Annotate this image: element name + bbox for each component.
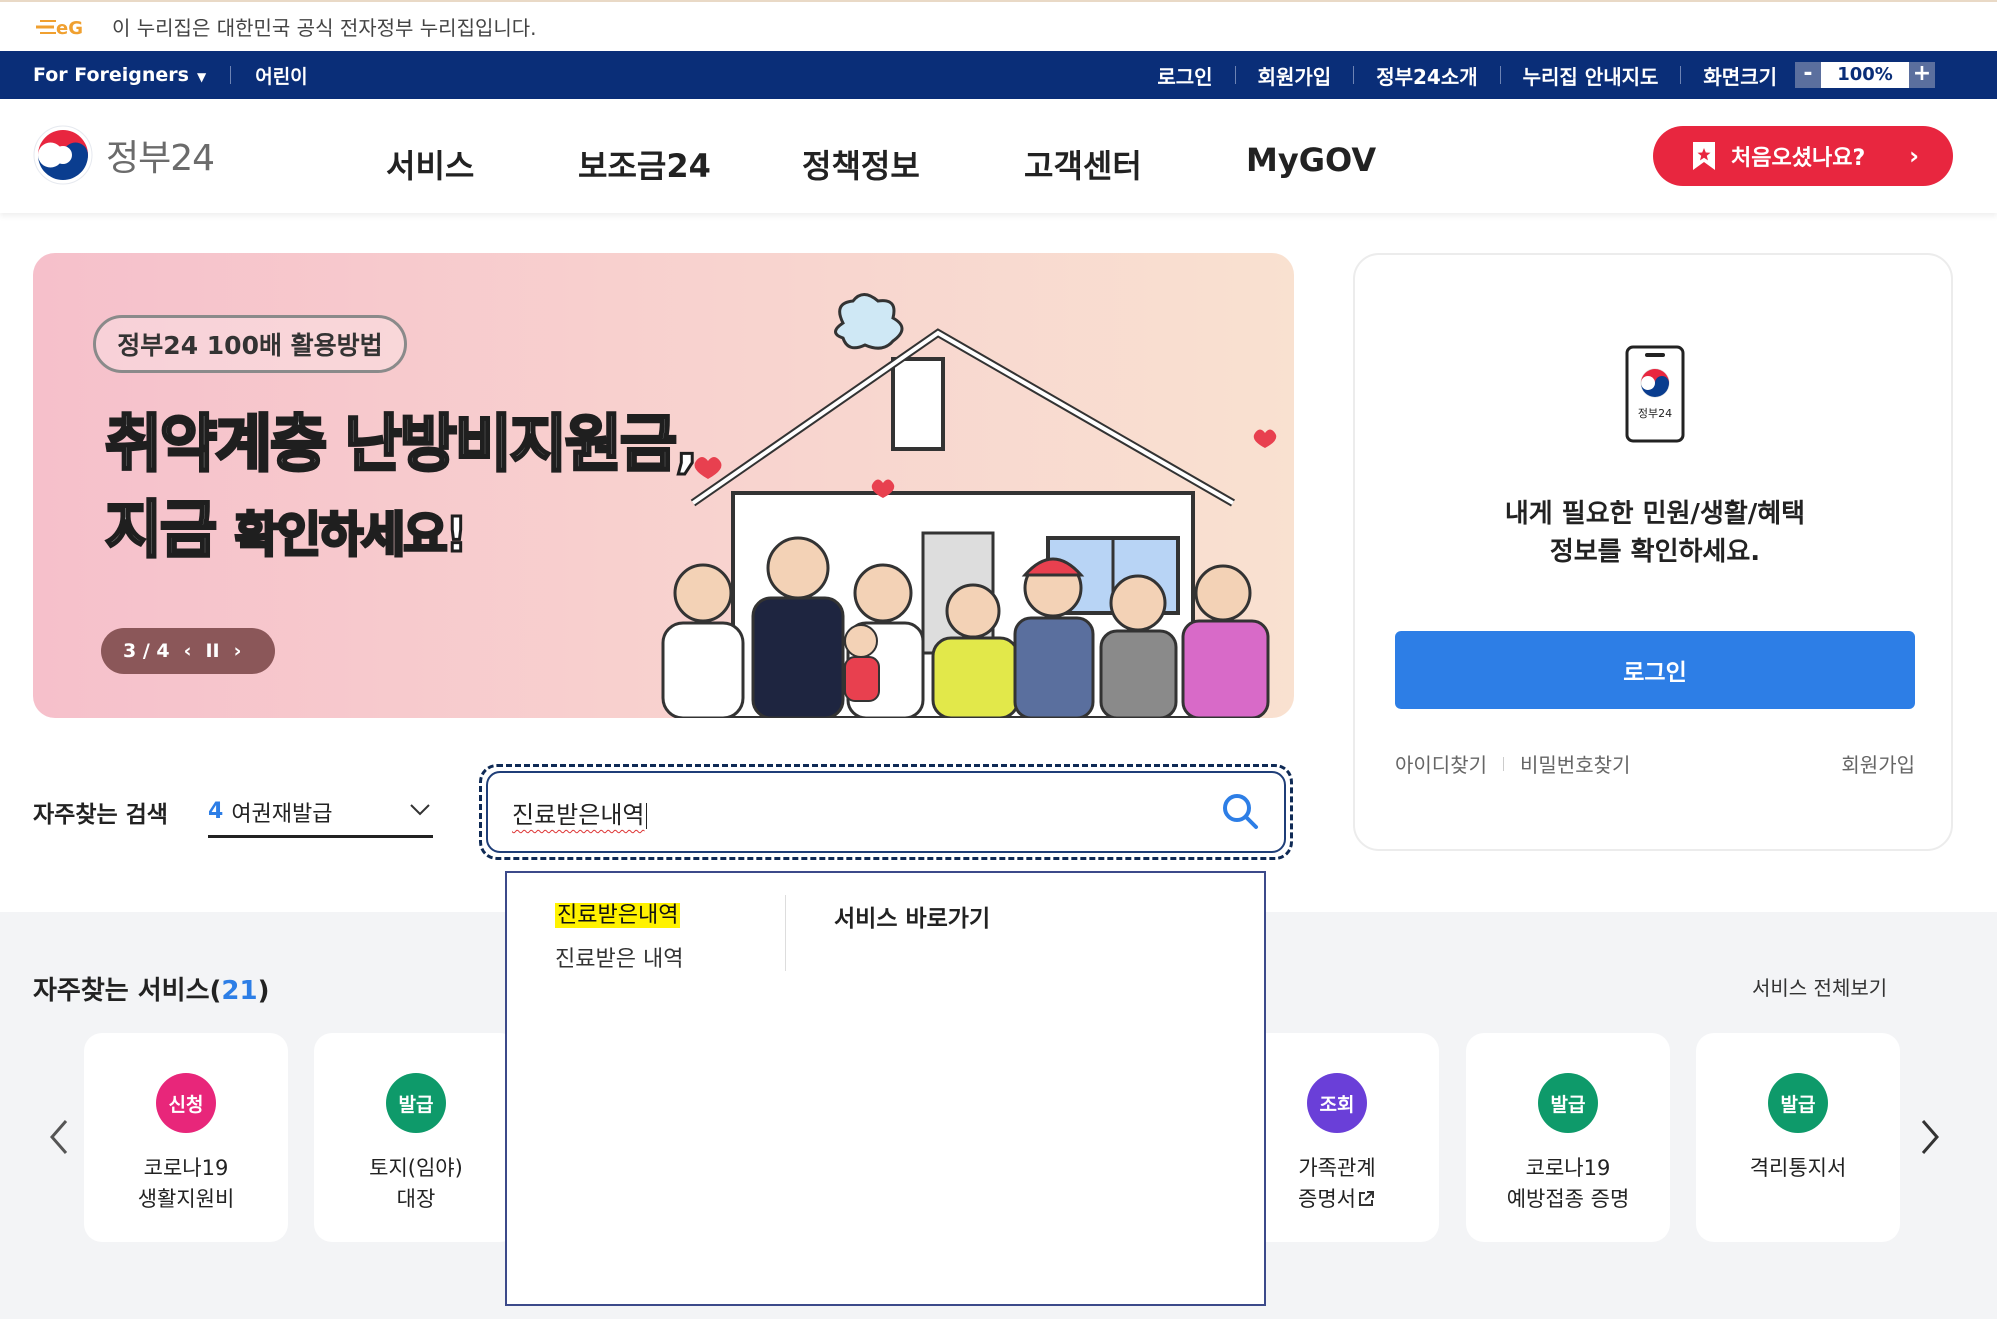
site-name: 정부24 — [106, 138, 215, 179]
nav-customer-center[interactable]: 고객센터 — [1024, 141, 1142, 187]
slide-next-icon[interactable]: › — [234, 640, 242, 662]
find-password-link[interactable]: 비밀번호찾기 — [1520, 749, 1630, 778]
screen-size-label: 화면크기 — [1703, 64, 1777, 89]
for-foreigners-link[interactable]: For Foreigners ▼ — [33, 64, 206, 86]
external-link-icon — [1358, 1191, 1374, 1206]
main-header: 정부24 서비스 보조금24 정책정보 고객센터 MyGOV 처음오셨나요? › — [0, 99, 1997, 213]
carousel-next-icon[interactable] — [1915, 1115, 1945, 1159]
divider — [230, 66, 232, 84]
service-badge: 신청 — [156, 1073, 216, 1133]
nav-mygov[interactable]: MyGOV — [1246, 141, 1376, 179]
text-cursor — [646, 803, 648, 829]
hero-headline-2-small: 확인하세요! — [233, 506, 469, 565]
login-links: 아이디찾기 비밀번호찾기 회원가입 — [1395, 749, 1915, 778]
service-name: 격리통지서 — [1749, 1156, 1847, 1180]
bookmark-star-icon — [1693, 142, 1715, 170]
nav-policy-info[interactable]: 정책정보 — [802, 141, 920, 187]
service-shortcut-title: 서비스 바로가기 — [834, 906, 991, 932]
service-name: 토지(임야) 대장 — [369, 1156, 463, 1211]
frequent-search-select[interactable]: 4 여권재발급 — [208, 788, 433, 838]
svg-text:eG: eG — [56, 18, 83, 39]
slide-counter: 3 / 4 — [123, 640, 170, 662]
zoom-control: - 100% + — [1795, 62, 1935, 88]
service-badge: 발급 — [1538, 1073, 1598, 1133]
login-button[interactable]: 로그인 — [1395, 631, 1915, 709]
service-name: 코로나19 생활지원비 — [137, 1156, 235, 1211]
divider — [1234, 66, 1236, 84]
hero-banner[interactable]: 정부24 100배 활용방법 취약계층 난방비지원금, 지금 확인하세요! 3 … — [33, 253, 1294, 718]
divider — [785, 895, 786, 971]
carousel-prev-icon[interactable] — [44, 1115, 74, 1159]
frequent-search-label: 자주찾는 검색 — [33, 802, 168, 828]
gov-banner-text: 이 누리집은 대한민국 공식 전자정부 누리집입니다. — [112, 16, 537, 40]
egov-logo-icon: eG — [36, 18, 83, 39]
hero-headline-2: 지금 확인하세요! — [103, 479, 469, 569]
divider — [1503, 756, 1504, 771]
login-message: 내게 필요한 민원/생활/혜택 정보를 확인하세요. — [1355, 495, 1955, 571]
hero-illustration — [661, 293, 1277, 718]
nav-subsidy24[interactable]: 보조금24 — [578, 141, 711, 187]
service-name: 코로나19 예방접종 증명 — [1506, 1156, 1630, 1211]
hero-tag: 정부24 100배 활용방법 — [93, 315, 407, 373]
autocomplete-suggestion[interactable]: 진료받은 내역 — [555, 941, 683, 973]
service-badge: 발급 — [1768, 1073, 1828, 1133]
service-card[interactable]: 발급 토지(임야) 대장 — [314, 1033, 518, 1242]
hero-headline-2-big: 지금 — [103, 492, 218, 568]
divider — [1680, 66, 1682, 84]
first-visit-label: 처음오셨나요? — [1731, 146, 1866, 171]
service-card[interactable]: 신청 코로나19 생활지원비 — [84, 1033, 288, 1242]
login-panel: 정부24 내게 필요한 민원/생활/혜택 정보를 확인하세요. 로그인 아이디찾… — [1353, 253, 1953, 851]
login-message-line1: 내게 필요한 민원/생활/혜택 — [1504, 499, 1806, 529]
autocomplete-keyword[interactable]: 진료받은내역 — [555, 903, 681, 928]
svg-text:정부24: 정부24 — [1638, 407, 1672, 420]
taegeuk-logo-icon — [33, 125, 93, 185]
frequent-search-value: 여권재발급 — [231, 801, 333, 827]
divider — [1499, 66, 1501, 84]
search-autocomplete: 진료받은내역 진료받은 내역 서비스 바로가기 — [505, 871, 1266, 1306]
slide-prev-icon[interactable]: ‹ — [184, 640, 192, 662]
join-link[interactable]: 회원가입 — [1258, 61, 1332, 90]
slide-pause-icon[interactable]: II — [205, 640, 219, 662]
search-icon[interactable] — [1220, 791, 1260, 831]
mobile-phone-icon: 정부24 — [1625, 345, 1685, 443]
search-query: 진료받은내역 — [512, 795, 648, 830]
view-all-services-link[interactable]: 서비스 전체보기 — [1752, 972, 1887, 1001]
login-message-line2: 정보를 확인하세요. — [1549, 537, 1761, 567]
utility-bar: For Foreigners ▼ 어린이 로그인 회원가입 정부24소개 누리집 … — [0, 51, 1997, 99]
zoom-in-button[interactable]: + — [1909, 62, 1935, 88]
frequent-services-title: 자주찾는 서비스(21) — [33, 976, 270, 1006]
sitemap-link[interactable]: 누리집 안내지도 — [1523, 61, 1659, 90]
chevron-down-icon — [410, 804, 430, 816]
about-link[interactable]: 정부24소개 — [1376, 61, 1477, 90]
service-badge: 조회 — [1307, 1073, 1367, 1133]
first-visit-button[interactable]: 처음오셨나요? › — [1653, 126, 1953, 186]
autocomplete-suggestions: 진료받은내역 진료받은 내역 — [555, 897, 683, 973]
frequent-search-rank: 4 — [208, 799, 224, 824]
zoom-value: 100% — [1821, 62, 1909, 88]
kids-link[interactable]: 어린이 — [255, 62, 307, 89]
gov-official-banner: eG 이 누리집은 대한민국 공식 전자정부 누리집입니다. — [0, 0, 1997, 51]
zoom-out-button[interactable]: - — [1795, 62, 1821, 88]
join-link[interactable]: 회원가입 — [1841, 749, 1915, 778]
caret-down-icon: ▼ — [196, 70, 207, 84]
slide-controls: 3 / 4 ‹ II › — [101, 628, 275, 674]
service-card[interactable]: 발급 격리통지서 — [1696, 1033, 1900, 1242]
nav-services[interactable]: 서비스 — [386, 141, 474, 187]
find-id-link[interactable]: 아이디찾기 — [1395, 749, 1487, 778]
login-link[interactable]: 로그인 — [1157, 61, 1212, 90]
divider — [1353, 66, 1355, 84]
service-card[interactable]: 발급 코로나19 예방접종 증명 — [1466, 1033, 1670, 1242]
chevron-right-icon: › — [1909, 142, 1919, 170]
site-logo[interactable]: 정부24 — [32, 124, 215, 186]
search-input[interactable]: 진료받은내역 — [479, 764, 1293, 860]
service-badge: 발급 — [386, 1073, 446, 1133]
frequent-services-count: 21 — [221, 976, 258, 1006]
